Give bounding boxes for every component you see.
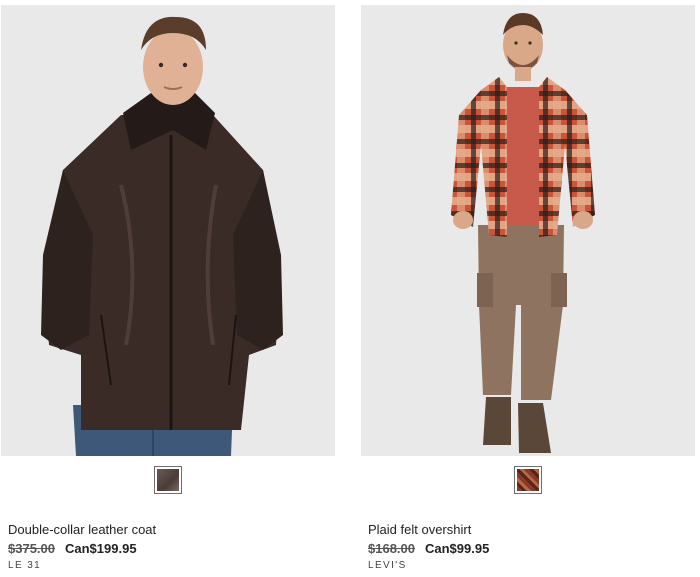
original-price: $375.00 <box>8 541 55 556</box>
color-swatches <box>361 456 695 504</box>
color-swatch[interactable] <box>154 466 182 494</box>
product-price: $168.00 Can$99.95 <box>368 540 695 559</box>
product-image[interactable] <box>1 5 335 456</box>
brand-name[interactable]: LEVI'S <box>368 559 695 573</box>
color-swatch[interactable] <box>514 466 542 494</box>
original-price: $168.00 <box>368 541 415 556</box>
color-swatches <box>1 456 335 504</box>
product-card-plaid-overshirt[interactable]: Plaid felt overshirt $168.00 Can$99.95 LE… <box>361 5 695 573</box>
model-plaid-overshirt-illustration <box>451 13 595 453</box>
product-price: $375.00 Can$199.95 <box>8 540 335 559</box>
product-name[interactable]: Double-collar leather coat <box>8 522 335 540</box>
sale-price: Can$199.95 <box>65 541 137 556</box>
product-card-leather-coat[interactable]: Double-collar leather coat $375.00 Can$19… <box>1 5 335 573</box>
brand-name[interactable]: LE 31 <box>8 559 335 573</box>
product-info: Plaid felt overshirt $168.00 Can$99.95 LE… <box>361 522 695 573</box>
sale-price: Can$99.95 <box>425 541 490 556</box>
model-leather-coat-illustration <box>41 16 283 456</box>
product-info: Double-collar leather coat $375.00 Can$19… <box>1 522 335 573</box>
product-image[interactable] <box>361 5 695 456</box>
product-name[interactable]: Plaid felt overshirt <box>368 522 695 540</box>
